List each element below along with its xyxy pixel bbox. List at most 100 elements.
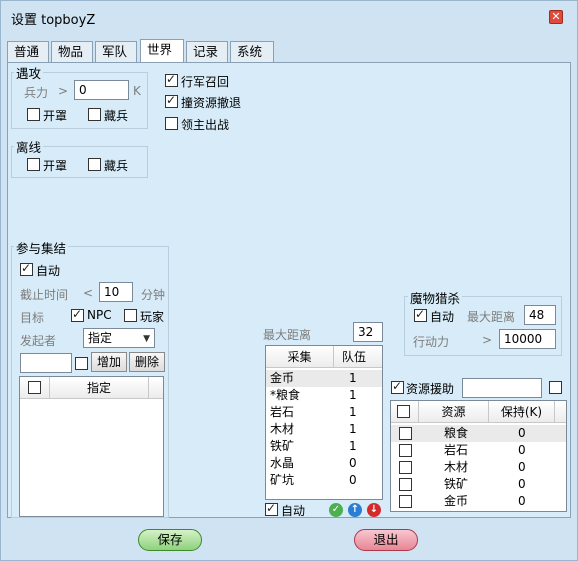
rally-list[interactable]: 指定 [19,376,164,517]
resource-aid-list-header: 资源 保持(K) [391,401,566,423]
lord-battle-checkbox[interactable] [165,117,178,130]
monster-max-distance-input[interactable]: 48 [524,305,556,325]
gather-row[interactable]: 木材 1 [266,421,382,438]
resource-aid-row-checkbox[interactable] [399,478,412,491]
gather-row[interactable]: 金币 1 [266,370,382,387]
target-npc-checkbox[interactable] [71,307,84,322]
title-bar: 设置 topboyZ ✕ [1,1,577,33]
resource-aid-input[interactable] [462,378,542,398]
resource-aid-list[interactable]: 资源 保持(K) 粮食 0 岩石 0 木材 0 铁矿 0 金币 0 [390,400,567,512]
resource-aid-row-checkbox[interactable] [399,461,412,474]
gather-max-distance-input[interactable]: 32 [353,322,383,342]
gather-auto-label: 自动 [281,504,306,518]
gather-list[interactable]: 采集 队伍 金币 1 *粮食 1 岩石 1 木材 1 铁矿 1 水晶 0 矿坑 0 [265,345,383,500]
resource-aid-row[interactable]: 粮食 0 [391,425,566,442]
gather-col-team: 队伍 [341,350,366,364]
gather-row[interactable]: 水晶 0 [266,455,382,472]
resource-retreat-label: 撞资源撤退 [181,96,242,110]
arrow-down-icon[interactable]: ↓ [367,503,381,517]
settings-window: 设置 topboyZ ✕ 普通 物品 军队 世界 记录 系统 遇攻 兵力 > 0… [0,0,578,561]
save-button[interactable]: 保存 [138,529,202,551]
tab-general[interactable]: 普通 [7,41,49,63]
resource-aid-row[interactable]: 木材 0 [391,459,566,476]
window-title: 设置 topboyZ [11,13,96,28]
resource-aid-label: 资源援助 [406,382,455,396]
gather-max-distance-label: 最大距离 [263,328,312,342]
offline-open-shield-checkbox[interactable] [27,158,40,171]
offline-title: 离线 [14,137,44,156]
target-label: 目标 [20,311,45,325]
gather-list-header: 采集 队伍 [266,346,382,368]
target-npc-label: NPC [87,308,112,322]
gather-row[interactable]: 铁矿 1 [266,438,382,455]
offline-open-shield-label: 开罩 [43,159,68,173]
troops-input[interactable]: 0 [74,80,129,100]
chevron-down-icon: ▼ [143,334,150,344]
initiator-select[interactable]: 指定 ▼ [83,328,155,348]
world-panel: 遇攻 兵力 > 0 K 开罩 藏兵 行军召回 撞资源撤退 领主出战 离线 开罩 … [7,62,571,518]
offline-hide-troops-label: 藏兵 [104,159,129,173]
delete-button[interactable]: 删除 [129,352,165,372]
troops-gt: > [58,84,69,98]
resource-retreat-checkbox[interactable] [165,93,178,108]
target-player-label: 玩家 [140,310,165,324]
deadline-label: 截止时间 [20,288,69,302]
offline-hide-troops-checkbox[interactable] [88,158,101,171]
arrow-up-icon[interactable]: ↑ [348,503,362,517]
monster-auto-label: 自动 [430,310,455,324]
rally-title: 参与集结 [14,238,69,257]
exit-button[interactable]: 退出 [354,529,418,551]
rally-name-checkbox[interactable] [75,357,88,370]
resource-aid-checkbox[interactable] [391,379,404,394]
check-icon[interactable]: ✓ [329,503,343,517]
gather-row[interactable]: *粮食 1 [266,387,382,404]
gather-row[interactable]: 矿坑 0 [266,472,382,489]
resource-aid-row[interactable]: 金币 0 [391,493,566,510]
rally-auto-label: 自动 [36,264,61,278]
resource-aid-row-checkbox[interactable] [399,495,412,508]
add-button[interactable]: 增加 [91,352,127,372]
encounter-open-shield-checkbox[interactable] [27,108,40,121]
tab-items[interactable]: 物品 [51,41,93,63]
target-player-checkbox[interactable] [124,309,137,322]
close-icon[interactable]: ✕ [549,10,563,24]
gather-col-gather: 采集 [266,346,334,368]
troops-unit: K [133,84,141,98]
gather-auto-checkbox[interactable] [265,501,278,516]
resource-aid-row[interactable]: 铁矿 0 [391,476,566,493]
monster-auto-checkbox[interactable] [414,307,427,322]
lord-battle-label: 领主出战 [181,118,230,132]
monster-max-distance-label: 最大距离 [467,310,516,324]
resource-aid-row[interactable]: 岩石 0 [391,442,566,459]
resource-aid-col-resource: 资源 [419,401,489,423]
stamina-input[interactable]: 10000 [499,329,556,349]
rally-auto-checkbox[interactable] [20,261,33,276]
resource-aid-row-checkbox[interactable] [399,427,412,440]
resource-aid-select-all-checkbox[interactable] [397,405,410,418]
gather-row[interactable]: 岩石 1 [266,404,382,421]
encounter-hide-troops-checkbox[interactable] [88,108,101,121]
encounter-open-shield-label: 开罩 [43,109,68,123]
rally-name-input[interactable] [20,353,72,373]
initiator-select-value: 指定 [88,331,113,345]
march-recall-label: 行军召回 [181,75,230,89]
rally-list-select-all-checkbox[interactable] [28,381,41,394]
deadline-input[interactable]: 10 [99,282,133,302]
tab-army[interactable]: 军队 [95,41,137,63]
minutes-label: 分钟 [141,288,166,302]
encounter-hide-troops-label: 藏兵 [104,109,129,123]
march-recall-checkbox[interactable] [165,72,178,87]
rally-list-col-header: 指定 [50,377,149,399]
rally-list-header: 指定 [20,377,163,399]
stamina-label: 行动力 [413,335,450,349]
tab-records[interactable]: 记录 [186,41,228,63]
monster-title: 魔物猎杀 [408,288,463,307]
troops-label: 兵力 [24,86,49,100]
initiator-label: 发起者 [20,334,57,348]
resource-aid-row-checkbox[interactable] [399,444,412,457]
resource-aid-col-keep: 保持(K) [489,401,555,423]
tab-world[interactable]: 世界 [140,39,184,63]
deadline-lt: < [83,286,94,300]
tab-system[interactable]: 系统 [230,41,274,63]
resource-aid-extra-checkbox[interactable] [549,381,562,394]
